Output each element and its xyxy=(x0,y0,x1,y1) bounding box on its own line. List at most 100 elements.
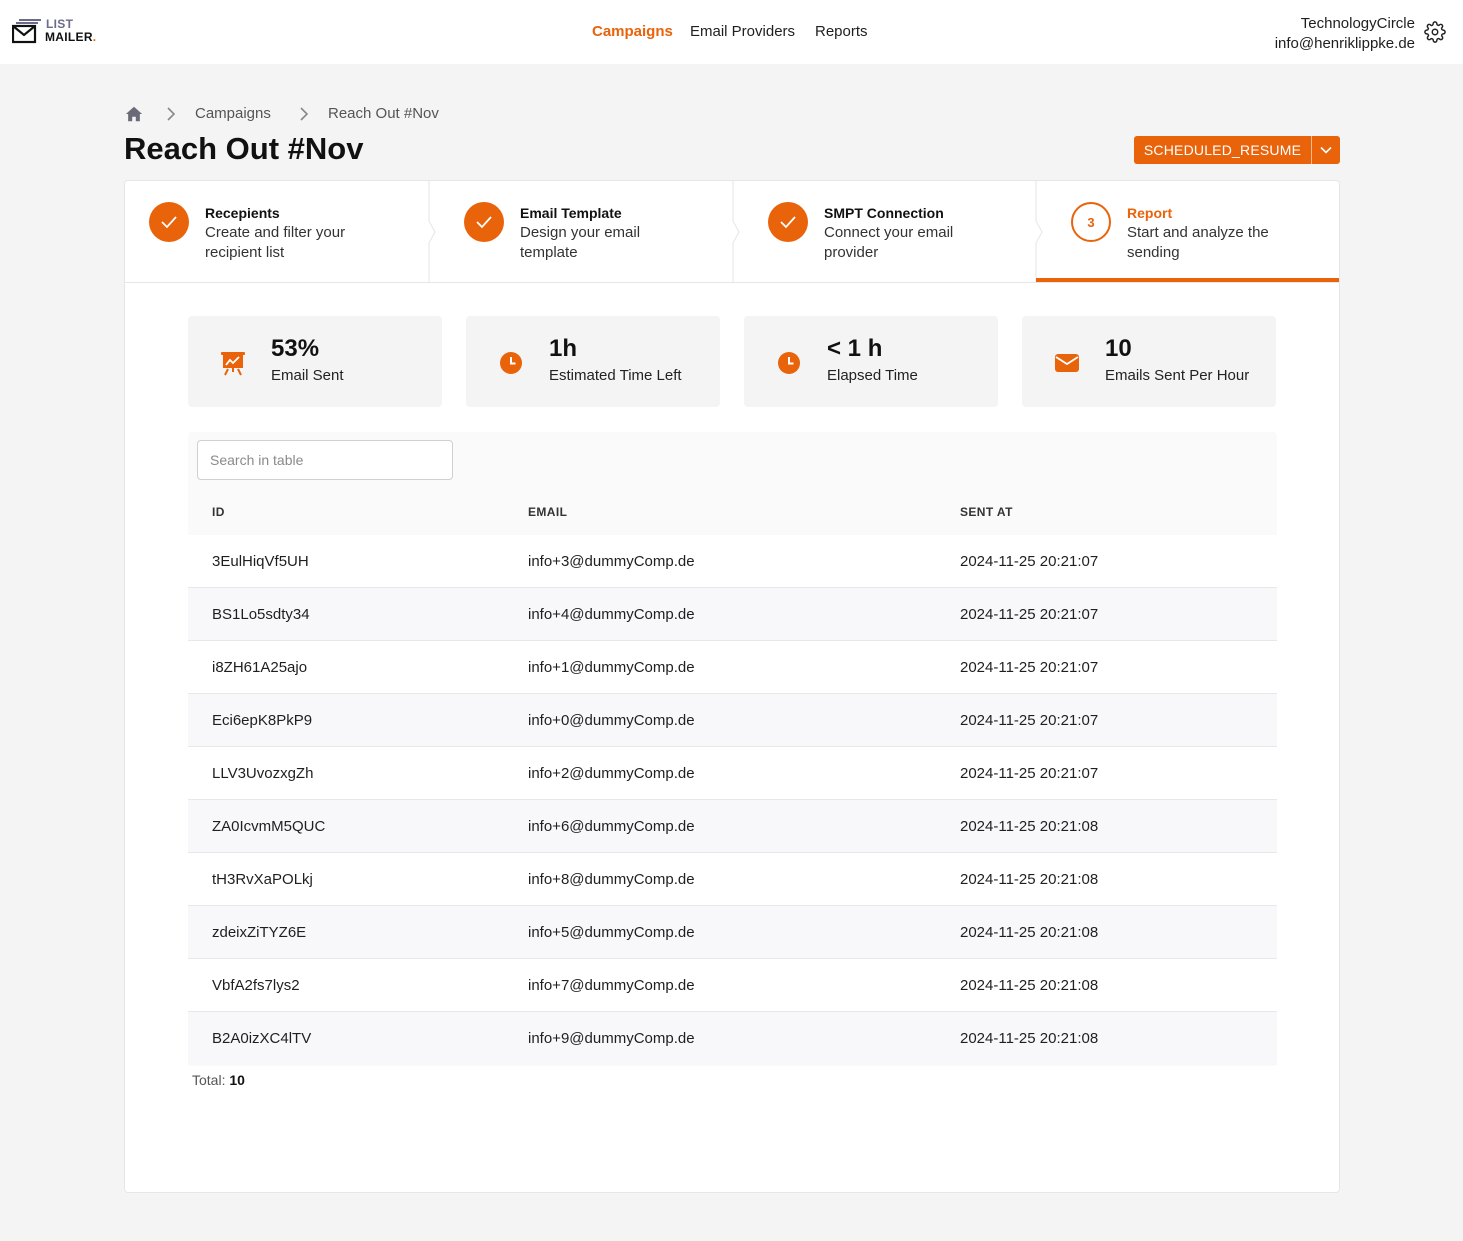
cell-id: Eci6epK8PkP9 xyxy=(212,712,313,729)
cell-sent-at: 2024-11-25 20:21:08 xyxy=(960,1030,1099,1047)
page-title: Reach Out #Nov xyxy=(124,131,364,166)
stepper: Recepients Create and filter your recipi… xyxy=(125,181,1339,283)
table-row[interactable]: i8ZH61A25ajo info+1@dummyComp.de 2024-11… xyxy=(188,641,1277,694)
table-row[interactable]: B2A0izXC4lTV info+9@dummyComp.de 2024-11… xyxy=(188,1012,1277,1065)
cell-id: tH3RvXaPOLkj xyxy=(212,871,313,888)
cell-sent-at: 2024-11-25 20:21:08 xyxy=(960,871,1099,888)
table-body: 3EulHiqVf5UH info+3@dummyComp.de 2024-11… xyxy=(188,535,1277,1065)
chevron-right-icon xyxy=(167,107,176,121)
cell-email: info+6@dummyComp.de xyxy=(528,818,695,835)
nav-campaigns[interactable]: Campaigns xyxy=(592,22,673,42)
nav-reports[interactable]: Reports xyxy=(815,22,868,42)
cell-email: info+2@dummyComp.de xyxy=(528,765,695,782)
column-header-sent-at[interactable]: SENT AT xyxy=(960,504,1013,520)
table-total: Total: 10 xyxy=(192,1071,245,1089)
table-row[interactable]: VbfA2fs7lys2 info+7@dummyComp.de 2024-11… xyxy=(188,959,1277,1012)
table-row[interactable]: 3EulHiqVf5UH info+3@dummyComp.de 2024-11… xyxy=(188,535,1277,588)
column-header-email[interactable]: EMAIL xyxy=(528,504,567,520)
stat-label: Emails Sent Per Hour xyxy=(1105,367,1250,384)
recipients-table: ID EMAIL SENT AT 3EulHiqVf5UH info+3@dum… xyxy=(188,432,1277,1066)
table-row[interactable]: tH3RvXaPOLkj info+8@dummyComp.de 2024-11… xyxy=(188,853,1277,906)
step-title: Email Template xyxy=(520,205,622,221)
active-step-indicator xyxy=(1036,278,1339,282)
top-navbar: LIST MAILER. Campaigns Email Providers R… xyxy=(0,0,1463,64)
checkmark-icon xyxy=(161,216,177,229)
cell-id: LLV3UvozxgZh xyxy=(212,765,314,782)
breadcrumb-campaigns[interactable]: Campaigns xyxy=(195,104,271,124)
stat-value: < 1 h xyxy=(827,335,883,362)
cell-sent-at: 2024-11-25 20:21:08 xyxy=(960,977,1099,994)
table-row[interactable]: Eci6epK8PkP9 info+0@dummyComp.de 2024-11… xyxy=(188,694,1277,747)
user-email: info@henriklippke.de xyxy=(1274,35,1415,52)
step-description: Design your email template xyxy=(520,224,641,261)
status-dropdown-toggle[interactable] xyxy=(1311,136,1340,164)
cell-id: B2A0izXC4lTV xyxy=(212,1030,312,1047)
presentation-chart-icon xyxy=(218,348,248,378)
table-row[interactable]: zdeixZiTYZ6E info+5@dummyComp.de 2024-11… xyxy=(188,906,1277,959)
step-description: Connect your email provider xyxy=(824,224,954,261)
cell-id: zdeixZiTYZ6E xyxy=(212,924,307,941)
listmailer-logo[interactable]: LIST MAILER. xyxy=(12,18,112,46)
clock-icon xyxy=(774,348,804,378)
chevron-down-icon xyxy=(1320,146,1332,154)
stat-elapsed-time: < 1 h Elapsed Time xyxy=(744,316,998,407)
chevron-right-icon xyxy=(300,107,309,121)
table-row[interactable]: BS1Lo5sdty34 info+4@dummyComp.de 2024-11… xyxy=(188,588,1277,641)
cell-email: info+4@dummyComp.de xyxy=(528,606,695,623)
step-email-template[interactable]: Email Template Design your email templat… xyxy=(429,181,733,283)
logo-text-list: LIST xyxy=(46,17,74,31)
gear-icon[interactable] xyxy=(1424,21,1446,43)
step-check-circle xyxy=(464,202,504,242)
step-description: Create and filter your recipient list xyxy=(205,224,346,261)
cell-email: info+9@dummyComp.de xyxy=(528,1030,695,1047)
total-count: 10 xyxy=(229,1072,245,1088)
stat-emails-per-hour: 10 Emails Sent Per Hour xyxy=(1022,316,1276,407)
stat-label: Elapsed Time xyxy=(827,367,918,384)
cell-id: BS1Lo5sdty34 xyxy=(212,606,310,623)
stat-email-sent: 53% Email Sent xyxy=(188,316,442,407)
cell-sent-at: 2024-11-25 20:21:07 xyxy=(960,659,1099,676)
cell-sent-at: 2024-11-25 20:21:08 xyxy=(960,818,1099,835)
home-icon[interactable] xyxy=(125,105,143,123)
cell-sent-at: 2024-11-25 20:21:07 xyxy=(960,712,1099,729)
status-split-button: SCHEDULED_RESUME xyxy=(1134,136,1340,164)
envelope-icon xyxy=(1052,348,1082,378)
step-report[interactable]: 3 Report Start and analyze the sending xyxy=(1036,181,1339,283)
cell-sent-at: 2024-11-25 20:21:08 xyxy=(960,924,1099,941)
stat-value: 53% xyxy=(271,335,320,362)
cell-id: i8ZH61A25ajo xyxy=(212,659,308,676)
cell-sent-at: 2024-11-25 20:21:07 xyxy=(960,765,1099,782)
table-row[interactable]: LLV3UvozxgZh info+2@dummyComp.de 2024-11… xyxy=(188,747,1277,800)
step-recipients[interactable]: Recepients Create and filter your recipi… xyxy=(125,181,429,283)
user-organization: TechnologyCircle xyxy=(1300,15,1415,32)
table-row[interactable]: ZA0IcvmM5QUC info+6@dummyComp.de 2024-11… xyxy=(188,800,1277,853)
nav-email-providers[interactable]: Email Providers xyxy=(690,22,795,42)
cell-email: info+3@dummyComp.de xyxy=(528,553,695,570)
step-check-circle xyxy=(768,202,808,242)
cell-id: VbfA2fs7lys2 xyxy=(212,977,300,994)
cell-sent-at: 2024-11-25 20:21:07 xyxy=(960,553,1099,570)
clock-icon xyxy=(496,348,526,378)
step-smtp-connection[interactable]: SMPT Connection Connect your email provi… xyxy=(733,181,1037,283)
cell-id: 3EulHiqVf5UH xyxy=(212,553,309,570)
column-header-id[interactable]: ID xyxy=(212,504,225,520)
stat-estimated-time-left: 1h Estimated Time Left xyxy=(466,316,720,407)
campaign-card: Recepients Create and filter your recipi… xyxy=(124,180,1340,1193)
total-label: Total: xyxy=(192,1072,226,1088)
status-button[interactable]: SCHEDULED_RESUME xyxy=(1134,136,1311,164)
cell-email: info+5@dummyComp.de xyxy=(528,924,695,941)
cell-email: info+7@dummyComp.de xyxy=(528,977,695,994)
table-search-input[interactable] xyxy=(197,440,453,480)
step-title: Recepients xyxy=(205,205,280,221)
step-title: Report xyxy=(1127,205,1173,221)
cell-sent-at: 2024-11-25 20:21:07 xyxy=(960,606,1099,623)
stat-label: Email Sent xyxy=(271,367,344,384)
logo-text-mailer: MAILER. xyxy=(45,30,97,44)
stat-value: 1h xyxy=(549,335,578,362)
cell-email: info+8@dummyComp.de xyxy=(528,871,695,888)
checkmark-icon xyxy=(476,216,492,229)
breadcrumb-current: Reach Out #Nov xyxy=(328,105,439,122)
cell-email: info+0@dummyComp.de xyxy=(528,712,695,729)
checkmark-icon xyxy=(780,216,796,229)
envelope-logo-icon xyxy=(12,19,41,44)
